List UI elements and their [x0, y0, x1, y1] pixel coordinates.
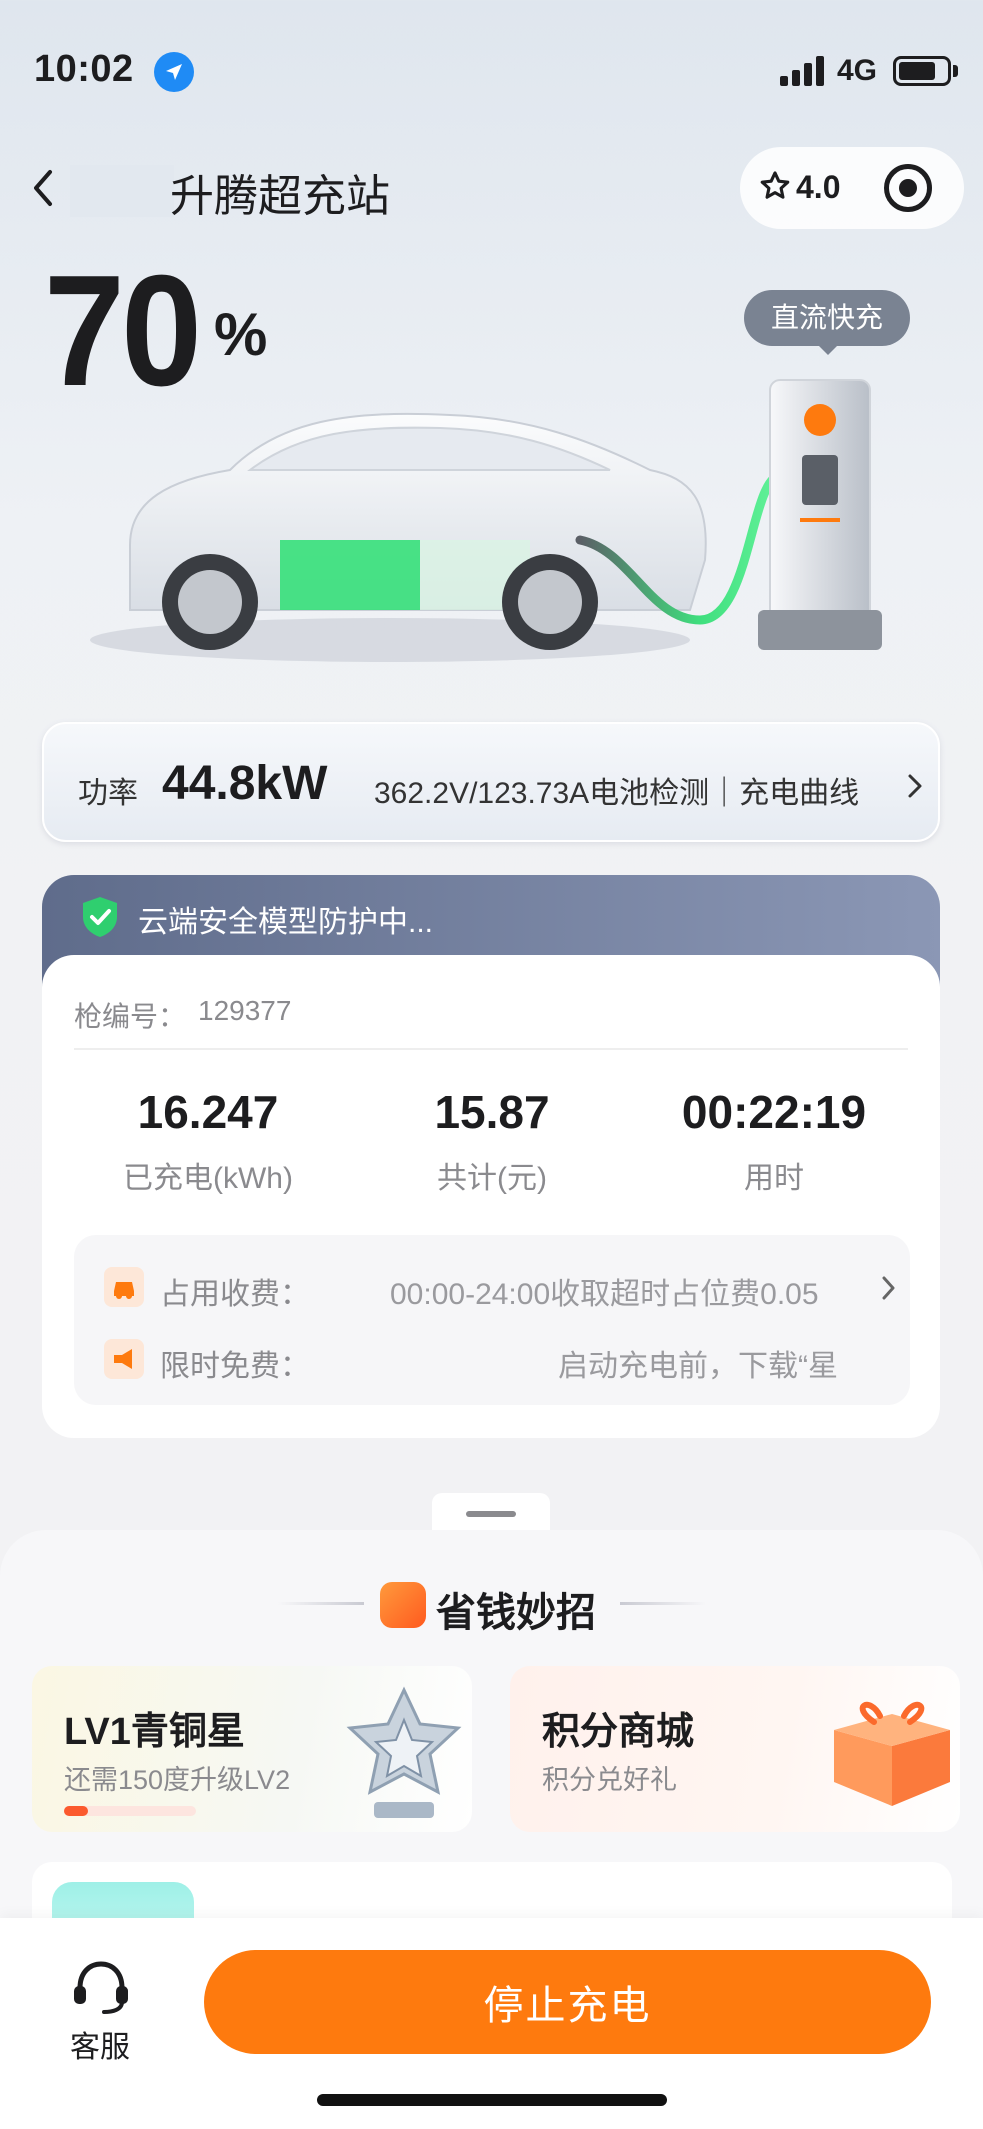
- safety-text: 云端安全模型防护中...: [138, 906, 434, 939]
- stat-cost: 15.87 共计(元): [352, 1085, 632, 1197]
- gun-number-label: 枪编号：: [74, 1001, 187, 1032]
- divider: [278, 1602, 364, 1605]
- power-label: 功率: [78, 777, 138, 810]
- fee-text: 启动充电前，下载“星: [558, 1350, 838, 1383]
- stat-energy: 16.247 已充电(kWh): [68, 1085, 348, 1197]
- back-button[interactable]: [22, 160, 72, 216]
- chevron-right-icon[interactable]: [904, 772, 926, 800]
- gift-box-icon: [834, 1702, 950, 1806]
- section-title: 省钱妙招: [436, 1591, 596, 1635]
- network-type: 4G: [837, 54, 878, 87]
- stat-label: 已充电(kWh): [123, 1162, 293, 1195]
- power-detail-link[interactable]: 362.2V/123.73A电池检测｜充电曲线: [374, 768, 859, 812]
- car-icon: [104, 1267, 144, 1307]
- car-charging-illustration: [90, 379, 882, 662]
- stat-label: 共计(元): [437, 1162, 547, 1195]
- shield-check-icon: [83, 897, 117, 937]
- battery-tip: [953, 65, 958, 77]
- divider: [74, 1048, 908, 1050]
- status-bar: 10:02 4G: [0, 0, 983, 140]
- title-redaction: [70, 165, 174, 217]
- fee-row-free: 限时免费： 启动充电前，下载“星: [104, 1339, 904, 1383]
- header-capsule: 4.0: [740, 147, 964, 229]
- session-card: 枪编号： 129377 16.247 已充电(kWh) 15.87 共计(元) …: [42, 955, 940, 1438]
- points-mall-card[interactable]: 积分商城 积分兑好礼: [510, 1666, 960, 1832]
- mall-title: 积分商城: [542, 1711, 695, 1753]
- star-icon[interactable]: [758, 169, 792, 203]
- piggy-bank-icon: [380, 1582, 426, 1628]
- stop-charging-button[interactable]: 停止充电: [204, 1950, 931, 2054]
- mall-subtitle: 积分兑好礼: [542, 1765, 677, 1795]
- power-value: 44.8kW: [162, 757, 328, 810]
- charge-type-badge: 直流快充: [744, 290, 910, 346]
- bottom-action-bar: 客服 停止充电: [0, 1918, 983, 2129]
- gun-number-redaction: [310, 991, 420, 1031]
- level-progress-fill: [64, 1806, 88, 1816]
- stat-duration: 00:22:19 用时: [634, 1085, 914, 1197]
- battery-icon: [893, 56, 951, 86]
- stat-value: 15.87: [434, 1086, 550, 1138]
- fee-info-box: 占用收费： 00:00-24:00收取超时占位费0.05 限时免费： 启动充电前…: [74, 1235, 910, 1405]
- headset-icon[interactable]: [68, 1958, 134, 2014]
- station-title: 升腾超充站: [170, 172, 390, 221]
- chevron-right-icon[interactable]: [880, 1275, 898, 1301]
- level-subtitle: 还需150度升级LV2: [64, 1765, 291, 1795]
- fee-text: 00:00-24:00收取超时占位费0.05: [390, 1278, 819, 1311]
- divider: [620, 1602, 706, 1605]
- level-title: LV1青铜星: [64, 1711, 245, 1753]
- location-arrow-icon: [154, 52, 194, 92]
- cellular-signal-icon: [780, 56, 824, 86]
- level-progress-bar: [64, 1806, 196, 1816]
- gun-number-value: 129377: [198, 995, 292, 1026]
- bronze-star-badge-icon: [346, 1686, 462, 1818]
- status-time: 10:02: [34, 48, 134, 90]
- megaphone-icon: [104, 1339, 144, 1379]
- stat-value: 00:22:19: [681, 1086, 867, 1138]
- record-target-icon[interactable]: [884, 164, 932, 212]
- stat-label: 用时: [744, 1162, 804, 1195]
- power-card[interactable]: 功率 44.8kW 362.2V/123.73A电池检测｜充电曲线: [42, 722, 940, 842]
- customer-service-label[interactable]: 客服: [70, 2022, 130, 2066]
- chevron-left-icon: [34, 170, 52, 206]
- stat-value: 16.247: [137, 1086, 279, 1138]
- fee-label: 占用收费：: [160, 1278, 310, 1311]
- fee-row-occupancy[interactable]: 占用收费： 00:00-24:00收取超时占位费0.05: [104, 1267, 904, 1311]
- member-level-card[interactable]: LV1青铜星 还需150度升级LV2: [32, 1666, 472, 1832]
- home-indicator[interactable]: [317, 2094, 667, 2106]
- rating-value[interactable]: 4.0: [796, 169, 840, 206]
- percent-sign: %: [214, 301, 268, 368]
- badge-tail: [816, 343, 840, 355]
- fee-label: 限时免费：: [160, 1350, 310, 1383]
